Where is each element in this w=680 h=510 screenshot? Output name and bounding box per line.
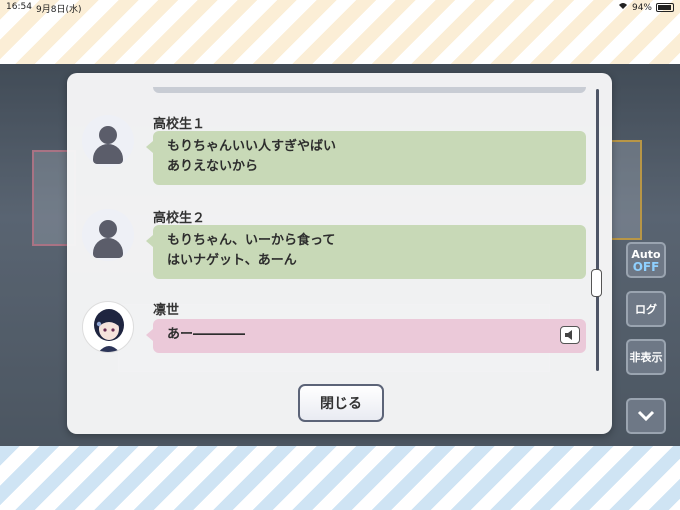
status-date: 9月8日(水) bbox=[36, 5, 82, 15]
hide-button[interactable]: 非表示 bbox=[626, 339, 666, 375]
scrollbar-track[interactable] bbox=[596, 89, 599, 371]
speaker-icon bbox=[565, 330, 572, 340]
bottom-decor-band bbox=[0, 446, 680, 510]
battery-percent: 94% bbox=[631, 2, 652, 13]
dialogue-bubble: もりちゃん、いーから食って はいナゲット、あーん bbox=[146, 225, 586, 279]
auto-toggle-button[interactable]: Auto OFF bbox=[626, 242, 666, 278]
silhouette-icon bbox=[82, 209, 134, 261]
dialogue-bubble: あー―――― bbox=[146, 319, 586, 353]
voice-replay-button[interactable] bbox=[560, 326, 580, 344]
chevron-down-icon bbox=[637, 410, 655, 422]
scrollbar-thumb[interactable] bbox=[591, 269, 602, 297]
status-bar: 16:54 9月8日(水) 94% bbox=[0, 0, 680, 16]
speaker-name: 高校生２ bbox=[153, 211, 206, 226]
rinze-portrait bbox=[82, 301, 134, 353]
dialogue-bubble: もりちゃんいい人すぎやばい ありえないから bbox=[146, 131, 586, 185]
battery-icon bbox=[656, 3, 674, 12]
log-dialog: 高校生１ もりちゃんいい人すぎやばい ありえないから 高校生２ もりちゃん、いー… bbox=[67, 73, 612, 434]
wifi-icon bbox=[618, 2, 628, 13]
log-button[interactable]: ログ bbox=[626, 291, 666, 327]
advance-button[interactable] bbox=[626, 398, 666, 434]
speaker-name: 凛世 bbox=[153, 303, 180, 318]
silhouette-icon bbox=[82, 115, 134, 167]
close-button[interactable]: 閉じる bbox=[298, 384, 384, 422]
status-time: 16:54 bbox=[6, 2, 32, 12]
speaker-name: 高校生１ bbox=[153, 117, 206, 132]
